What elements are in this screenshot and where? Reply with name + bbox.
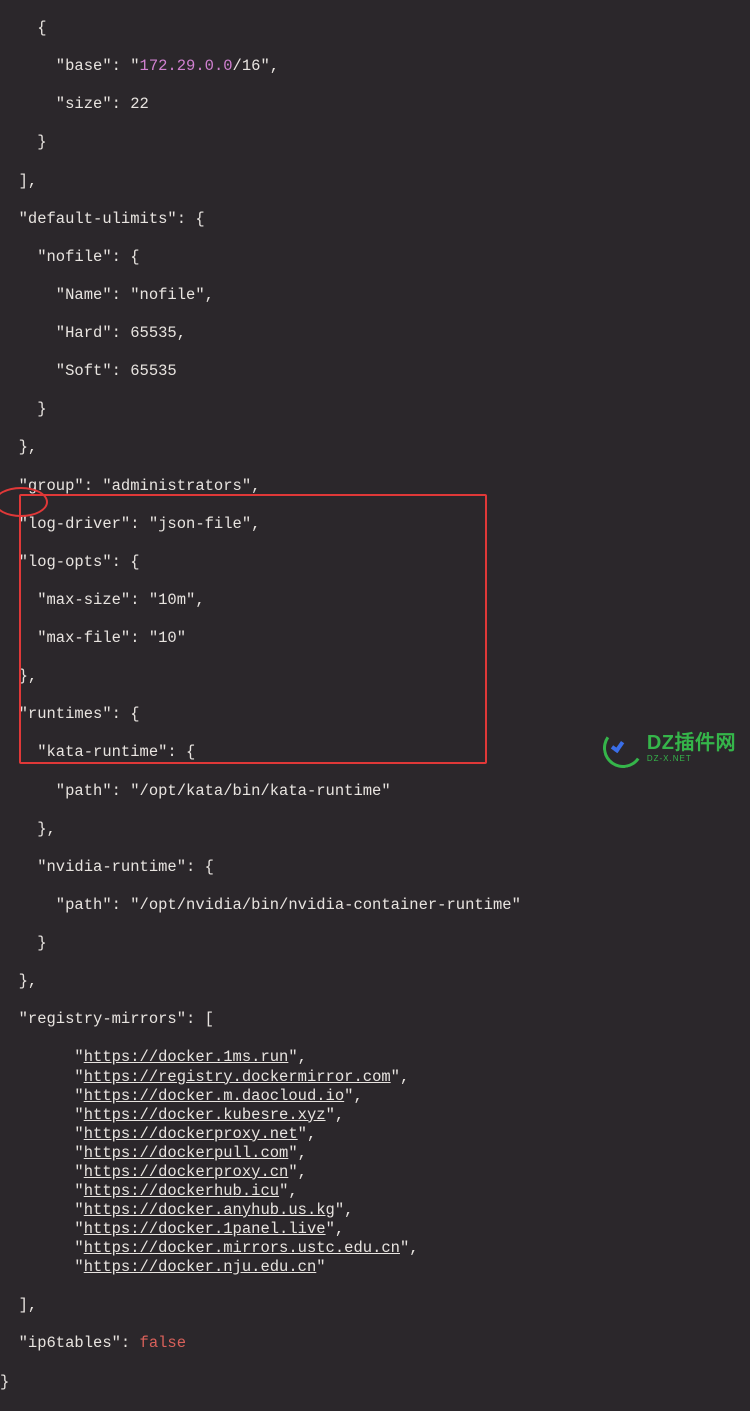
text: " bbox=[0, 1087, 84, 1105]
mirror-url[interactable]: https://docker.nju.edu.cn bbox=[84, 1258, 317, 1276]
code-line: "log-driver": "json-file", bbox=[0, 515, 750, 534]
text: " bbox=[0, 1144, 84, 1162]
text: ", bbox=[298, 1125, 317, 1143]
code-line: }, bbox=[0, 972, 750, 991]
mirror-url[interactable]: https://dockerproxy.cn bbox=[84, 1163, 289, 1181]
text: " bbox=[0, 1125, 84, 1143]
mirror-line: "https://dockerproxy.cn", bbox=[0, 1163, 750, 1182]
text: ", bbox=[288, 1144, 307, 1162]
code-line: } bbox=[0, 133, 750, 152]
mirror-line: "https://dockerproxy.net", bbox=[0, 1125, 750, 1144]
text: ", bbox=[391, 1068, 410, 1086]
mirror-url[interactable]: https://dockerpull.com bbox=[84, 1144, 289, 1162]
text: " bbox=[0, 1068, 84, 1086]
text: ", bbox=[344, 1087, 363, 1105]
code-line: { bbox=[0, 19, 750, 38]
code-block: { "base": "172.29.0.0/16", "size": 22 } … bbox=[0, 0, 750, 1411]
code-line: } bbox=[0, 934, 750, 953]
text: ", bbox=[400, 1239, 419, 1257]
mirror-line: "https://docker.m.daocloud.io", bbox=[0, 1087, 750, 1106]
mirror-url[interactable]: https://dockerhub.icu bbox=[84, 1182, 279, 1200]
mirror-line: "https://docker.mirrors.ustc.edu.cn", bbox=[0, 1239, 750, 1258]
mirror-line: "https://docker.anyhub.us.kg", bbox=[0, 1201, 750, 1220]
code-line: "registry-mirrors": [ bbox=[0, 1010, 750, 1029]
mirror-url[interactable]: https://docker.1panel.live bbox=[84, 1220, 326, 1238]
code-line: "Name": "nofile", bbox=[0, 286, 750, 305]
code-line: ], bbox=[0, 1296, 750, 1315]
text: ", bbox=[326, 1220, 345, 1238]
mirror-line: "https://docker.nju.edu.cn" bbox=[0, 1258, 750, 1277]
text: "ip6tables": bbox=[0, 1334, 140, 1352]
watermark-title: DZ插件网 bbox=[647, 733, 736, 753]
boolean-false: false bbox=[140, 1334, 187, 1352]
mirror-line: "https://docker.kubesre.xyz", bbox=[0, 1106, 750, 1125]
text: ", bbox=[279, 1182, 298, 1200]
watermark-text: DZ插件网 DZ-X.NET bbox=[647, 733, 736, 763]
text: " bbox=[0, 1220, 84, 1238]
mirror-url[interactable]: https://registry.dockermirror.com bbox=[84, 1068, 391, 1086]
code-line: "max-file": "10" bbox=[0, 629, 750, 648]
mirror-url[interactable]: https://docker.anyhub.us.kg bbox=[84, 1201, 335, 1219]
text: "base": " bbox=[0, 57, 140, 75]
code-line: "Hard": 65535, bbox=[0, 324, 750, 343]
code-line: "log-opts": { bbox=[0, 553, 750, 572]
watermark: DZ插件网 DZ-X.NET bbox=[603, 728, 736, 768]
code-line: "nvidia-runtime": { bbox=[0, 858, 750, 877]
code-line: "nofile": { bbox=[0, 248, 750, 267]
watermark-logo-icon bbox=[600, 725, 646, 771]
code-line: "max-size": "10m", bbox=[0, 591, 750, 610]
mirror-line: "https://docker.1ms.run", bbox=[0, 1048, 750, 1067]
watermark-subtitle: DZ-X.NET bbox=[647, 755, 736, 763]
text: ", bbox=[288, 1048, 307, 1066]
text: /16", bbox=[233, 57, 280, 75]
mirror-line: "https://docker.1panel.live", bbox=[0, 1220, 750, 1239]
text: " bbox=[316, 1258, 325, 1276]
code-line: } bbox=[0, 1373, 750, 1392]
code-line: }, bbox=[0, 820, 750, 839]
code-line: "Soft": 65535 bbox=[0, 362, 750, 381]
code-line: ], bbox=[0, 172, 750, 191]
code-line: "default-ulimits": { bbox=[0, 210, 750, 229]
code-line: }, bbox=[0, 438, 750, 457]
code-line: "ip6tables": false bbox=[0, 1334, 750, 1353]
mirror-line: "https://registry.dockermirror.com", bbox=[0, 1068, 750, 1087]
ip-address: 172.29.0.0 bbox=[140, 57, 233, 75]
code-line: "base": "172.29.0.0/16", bbox=[0, 57, 750, 76]
text: " bbox=[0, 1048, 84, 1066]
text: ", bbox=[335, 1201, 354, 1219]
text: ", bbox=[326, 1106, 345, 1124]
mirror-url[interactable]: https://docker.mirrors.ustc.edu.cn bbox=[84, 1239, 400, 1257]
mirror-url[interactable]: https://docker.m.daocloud.io bbox=[84, 1087, 344, 1105]
mirror-line: "https://dockerpull.com", bbox=[0, 1144, 750, 1163]
mirror-url[interactable]: https://docker.1ms.run bbox=[84, 1048, 289, 1066]
mirror-url[interactable]: https://docker.kubesre.xyz bbox=[84, 1106, 326, 1124]
code-line: "group": "administrators", bbox=[0, 477, 750, 496]
text: " bbox=[0, 1163, 84, 1181]
text: " bbox=[0, 1182, 84, 1200]
code-line: "runtimes": { bbox=[0, 705, 750, 724]
text: " bbox=[0, 1239, 84, 1257]
text: " bbox=[0, 1106, 84, 1124]
code-line: "size": 22 bbox=[0, 95, 750, 114]
code-line: } bbox=[0, 400, 750, 419]
code-line: }, bbox=[0, 667, 750, 686]
text: " bbox=[0, 1258, 84, 1276]
code-line: "path": "/opt/nvidia/bin/nvidia-containe… bbox=[0, 896, 750, 915]
mirror-line: "https://dockerhub.icu", bbox=[0, 1182, 750, 1201]
text: ", bbox=[288, 1163, 307, 1181]
code-line: "path": "/opt/kata/bin/kata-runtime" bbox=[0, 782, 750, 801]
text: " bbox=[0, 1201, 84, 1219]
mirror-url[interactable]: https://dockerproxy.net bbox=[84, 1125, 298, 1143]
